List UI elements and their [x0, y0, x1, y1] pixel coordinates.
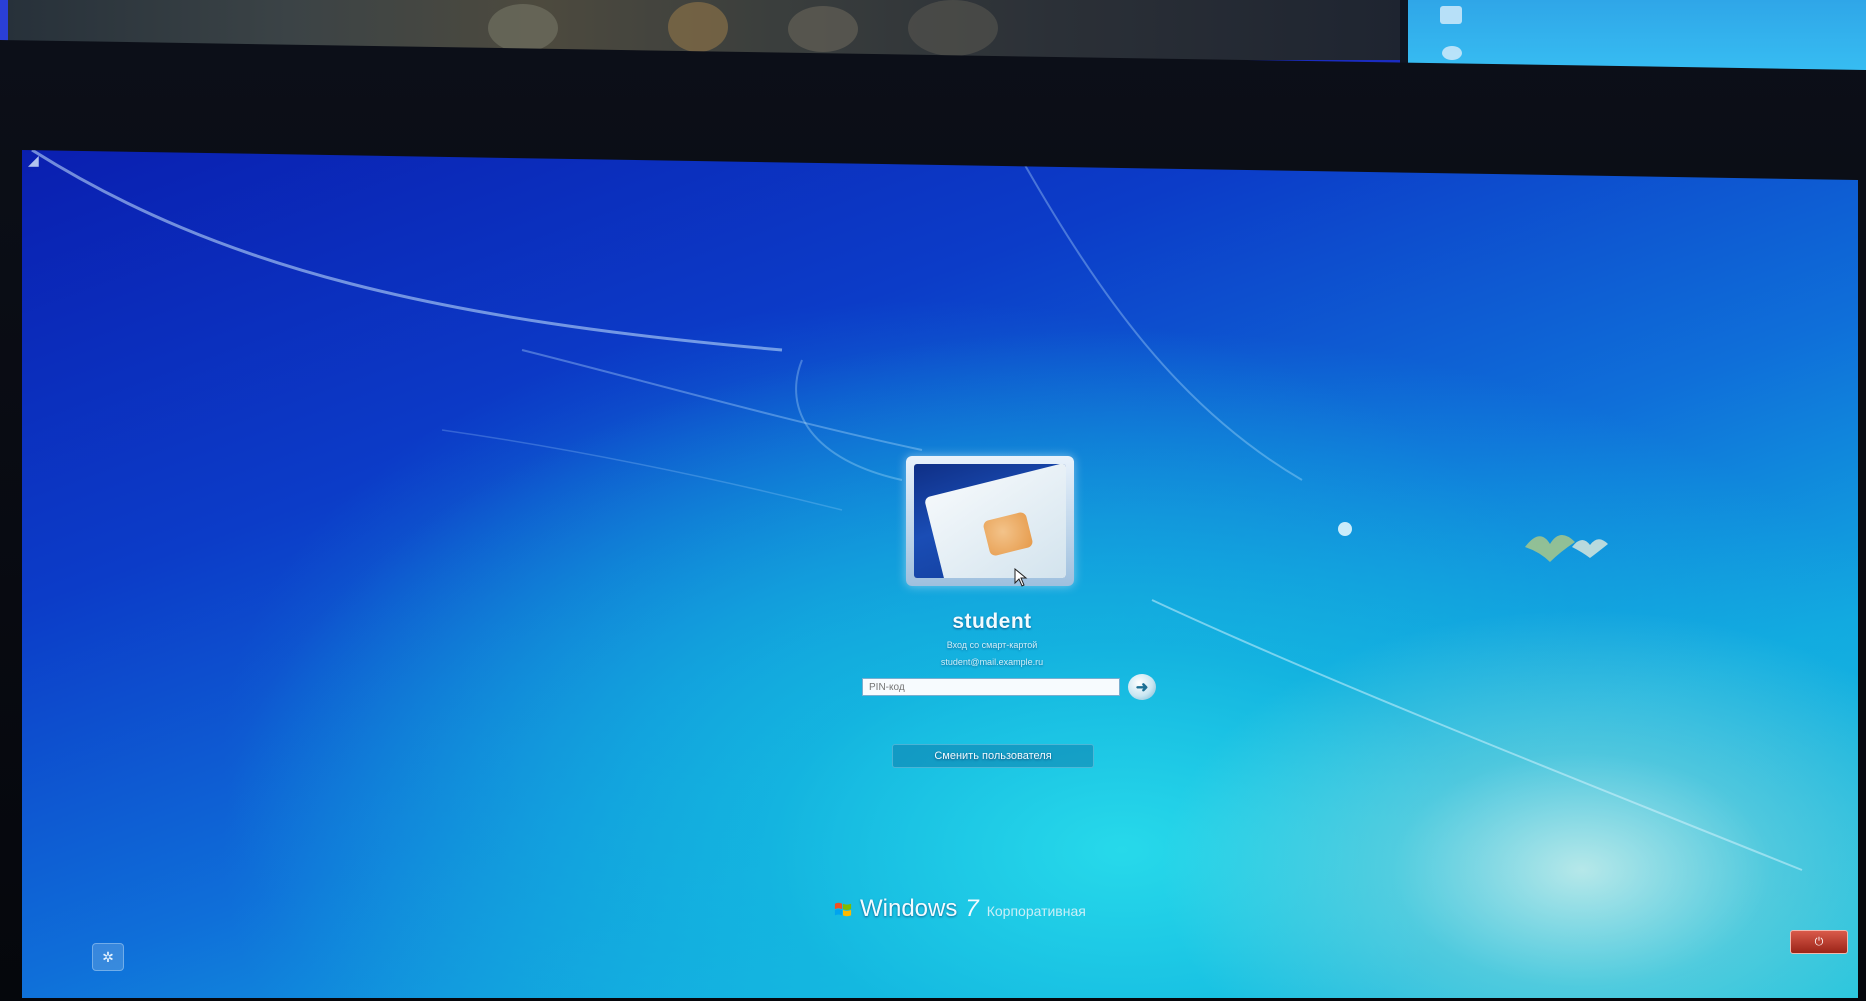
- switch-user-button[interactable]: Сменить пользователя: [892, 744, 1094, 768]
- power-icon: ⏻: [1814, 936, 1824, 948]
- user-email-text: student@mail.example.ru: [940, 657, 1044, 667]
- desktop-icon: [1442, 46, 1462, 60]
- windows-flag-icon: [834, 902, 852, 917]
- shutdown-button[interactable]: ⏻: [1790, 930, 1848, 954]
- mouse-pointer-icon: [1014, 568, 1028, 587]
- desktop-icon: [1440, 6, 1462, 24]
- windows-edition: Корпоративная: [986, 903, 1086, 919]
- windows-logon-screen: ◢ student Вход со смарт-картой student@m…: [22, 150, 1858, 998]
- smart-card-icon: [914, 464, 1066, 578]
- second-monitor: [1400, 0, 1866, 72]
- corner-icon: ◢: [28, 152, 39, 168]
- glow-dot: [1338, 522, 1352, 536]
- photo-of-monitor: ◢ student Вход со смарт-картой student@m…: [0, 0, 1866, 1001]
- submit-button[interactable]: ➜: [1128, 674, 1156, 700]
- logon-method-text: Вход со смарт-картой: [946, 640, 1038, 650]
- ease-of-access-icon: ✲: [102, 949, 114, 965]
- ease-of-access-button[interactable]: ✲: [92, 943, 124, 971]
- arrow-right-icon: ➜: [1135, 679, 1149, 696]
- windows-wordmark: Windows: [860, 895, 958, 922]
- windows-branding: Windows 7 Корпоративная: [834, 895, 1194, 929]
- bird-decoration: [1570, 532, 1610, 567]
- pin-input[interactable]: [862, 678, 1120, 696]
- windows-version: 7: [965, 895, 979, 922]
- user-tile[interactable]: [906, 456, 1074, 586]
- user-name: student: [952, 610, 1032, 633]
